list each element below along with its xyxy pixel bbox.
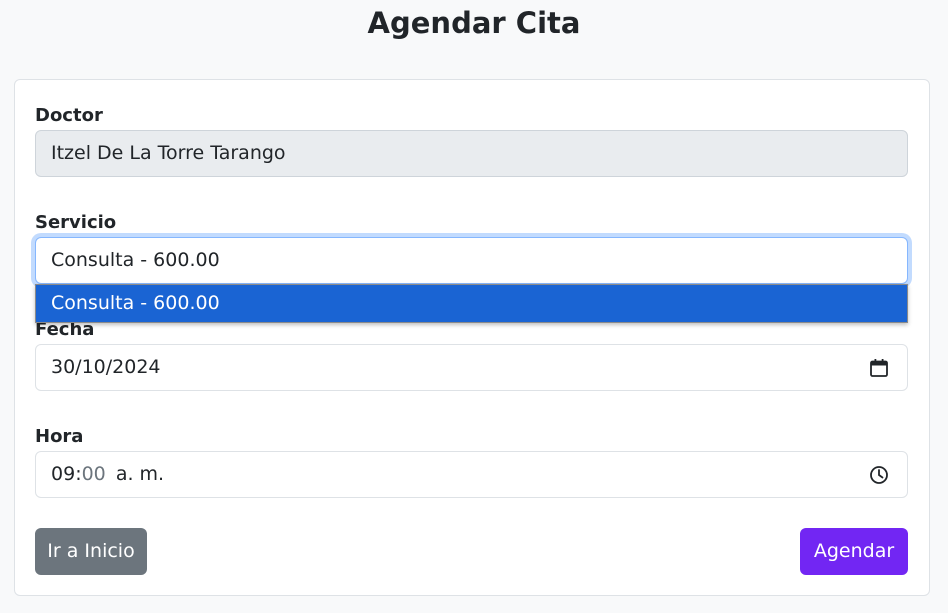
hora-minutes[interactable]: 00 [82, 463, 106, 485]
servicio-label: Servicio [35, 212, 117, 233]
fecha-input[interactable]: 30/10/2024 [35, 344, 908, 391]
doctor-label: Doctor [35, 105, 103, 126]
servicio-option[interactable]: Consulta - 600.00 [36, 285, 907, 322]
fecha-value: 30/10/2024 [51, 356, 161, 378]
servicio-dropdown-list: Consulta - 600.00 [35, 284, 908, 323]
hora-period[interactable]: a. m. [116, 463, 164, 485]
calendar-icon[interactable] [869, 358, 889, 378]
home-button[interactable]: Ir a Inicio [35, 528, 147, 575]
appointment-form-card: Doctor Itzel De La Torre Tarango Servici… [14, 79, 930, 596]
hora-label: Hora [35, 426, 84, 447]
clock-icon[interactable] [869, 465, 889, 485]
doctor-field: Itzel De La Torre Tarango [35, 130, 908, 177]
servicio-select[interactable]: Consulta - 600.00 [35, 237, 908, 284]
hora-hours[interactable]: 09 [51, 463, 75, 485]
agendar-button[interactable]: Agendar [800, 528, 908, 575]
doctor-value: Itzel De La Torre Tarango [51, 142, 286, 164]
hora-input[interactable]: 09:00 a. m. [35, 451, 908, 498]
servicio-selected-value: Consulta - 600.00 [51, 249, 220, 271]
page-title: Agendar Cita [367, 6, 581, 40]
